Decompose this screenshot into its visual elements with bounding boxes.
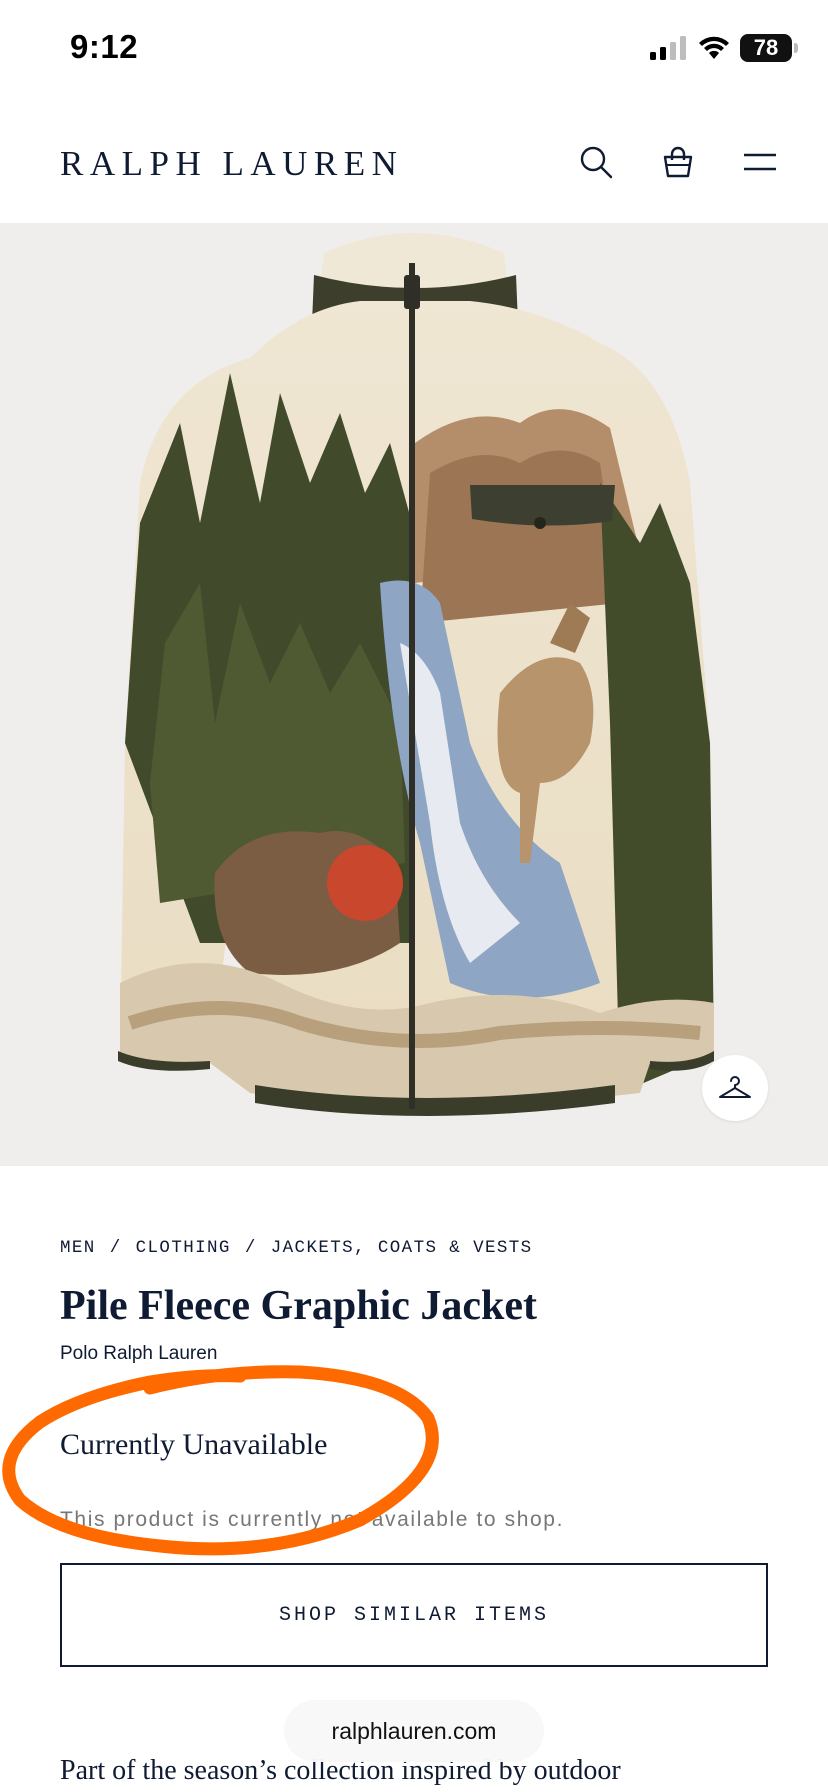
breadcrumb-item-jackets[interactable]: JACKETS, COATS & VESTS (271, 1238, 533, 1258)
battery-icon: 78 (740, 34, 798, 62)
availability-heading: Currently Unavailable (60, 1428, 328, 1461)
breadcrumb: MEN / CLOTHING / JACKETS, COATS & VESTS (60, 1238, 533, 1258)
menu-icon (744, 153, 776, 171)
breadcrumb-item-clothing[interactable]: CLOTHING (136, 1238, 231, 1258)
breadcrumb-separator: / (244, 1238, 257, 1258)
status-icons: 78 (650, 34, 798, 62)
shop-similar-button[interactable]: SHOP SIMILAR ITEMS (60, 1563, 768, 1667)
brand-logo[interactable]: RALPH LAUREN (60, 144, 403, 184)
availability-message: This product is currently not available … (60, 1508, 565, 1531)
hanger-icon (719, 1076, 751, 1098)
cart-button[interactable] (656, 140, 700, 184)
wifi-icon (699, 36, 729, 59)
shopping-bag-icon (663, 146, 693, 178)
breadcrumb-separator: / (109, 1238, 122, 1258)
product-brand[interactable]: Polo Ralph Lauren (60, 1343, 217, 1365)
status-bar: 9:12 78 (0, 0, 828, 100)
site-header: RALPH LAUREN (0, 110, 828, 220)
search-button[interactable] (574, 140, 618, 184)
menu-button[interactable] (738, 140, 782, 184)
battery-level: 78 (753, 35, 779, 60)
product-title: Pile Fleece Graphic Jacket (60, 1283, 537, 1329)
search-icon (580, 146, 613, 179)
status-time: 9:12 (70, 28, 139, 65)
breadcrumb-item-men[interactable]: MEN (60, 1238, 96, 1258)
product-image[interactable] (0, 223, 828, 1166)
jacket-illustration (118, 233, 714, 1116)
cellular-signal-icon (650, 36, 686, 60)
url-bar[interactable]: ralphlauren.com (284, 1700, 544, 1762)
hanger-button[interactable] (702, 1055, 768, 1121)
